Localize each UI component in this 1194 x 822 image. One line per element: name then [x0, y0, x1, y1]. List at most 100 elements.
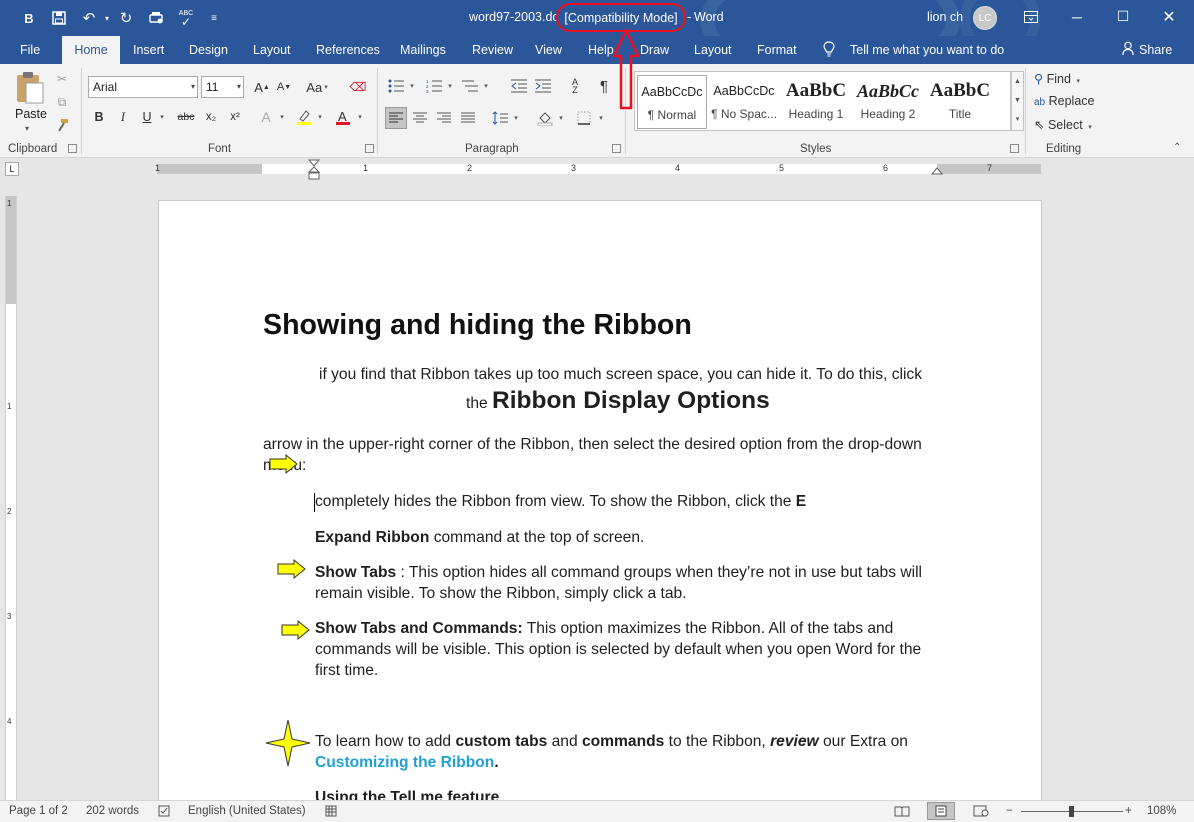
redo-icon[interactable]: ↻ — [115, 7, 137, 29]
grow-font-icon[interactable]: A ▲ — [252, 77, 272, 97]
zoom-out-button[interactable]: − — [1006, 805, 1013, 817]
align-left-icon[interactable] — [385, 107, 407, 129]
document-page[interactable]: Showing and hiding the Ribbon if you fin… — [158, 200, 1042, 802]
paragraph-2-line-1[interactable]: arrow in the upper-right corner of the R… — [263, 436, 922, 454]
macro-record-icon[interactable] — [325, 805, 337, 820]
print-layout-icon[interactable] — [927, 802, 955, 820]
paragraph-5-line-1[interactable]: Show Tabs : This option hides all comman… — [315, 564, 922, 582]
align-center-icon[interactable] — [410, 108, 430, 128]
tab-review[interactable]: Review — [472, 36, 513, 64]
tab-table-layout[interactable]: Layout — [694, 36, 732, 64]
chevron-down-icon[interactable]: ▾ — [506, 108, 526, 128]
paragraph-7-line-2[interactable]: Customizing the Ribbon. — [315, 754, 499, 772]
style-no-spacing[interactable]: AaBbCcDc ¶ No Spac... — [709, 75, 779, 129]
paste-dropdown-icon[interactable]: ▾ — [25, 124, 29, 133]
paragraph-6-line-1[interactable]: Show Tabs and Commands: This option maxi… — [315, 620, 893, 638]
bold-button[interactable]: B — [89, 107, 109, 127]
page-count[interactable]: Page 1 of 2 — [9, 805, 68, 817]
collapse-ribbon-icon[interactable]: ⌃ — [1173, 142, 1181, 153]
tab-references[interactable]: References — [316, 36, 380, 64]
tell-me-search[interactable]: Tell me what you want to do — [850, 43, 1004, 57]
minimize-icon[interactable]: ─ — [1054, 0, 1100, 33]
select-button[interactable]: ⇖ Select ▾ — [1034, 117, 1092, 137]
chevron-down-icon[interactable]: ▾ — [476, 76, 496, 96]
close-icon[interactable]: ✕ — [1146, 0, 1192, 33]
copy-icon[interactable]: ⧉ — [52, 92, 72, 112]
horizontal-ruler[interactable]: L 1 1 2 3 4 5 6 7 — [0, 158, 1194, 180]
chevron-down-icon[interactable]: ▾ — [310, 107, 330, 127]
paste-button[interactable]: Paste — [15, 107, 47, 121]
format-painter-icon[interactable] — [52, 115, 72, 135]
tab-draw[interactable]: Draw — [640, 36, 669, 64]
tab-view[interactable]: View — [535, 36, 562, 64]
chevron-down-icon[interactable]: ▾ — [191, 77, 195, 97]
strikethrough-button[interactable]: abc — [176, 107, 196, 127]
document-heading[interactable]: Showing and hiding the Ribbon — [263, 309, 692, 342]
customize-icon[interactable]: ≡ — [203, 7, 225, 29]
maximize-icon[interactable]: ☐ — [1100, 0, 1146, 33]
chevron-down-icon[interactable]: ▾ — [237, 77, 241, 97]
zoom-in-button[interactable]: + — [1125, 805, 1132, 817]
tab-format[interactable]: Format — [757, 36, 797, 64]
paragraph-5-line-2[interactable]: remain visible. To show the Ribbon, simp… — [315, 585, 687, 603]
style-title[interactable]: AaBbC Title — [925, 75, 995, 129]
tab-mailings[interactable]: Mailings — [400, 36, 446, 64]
save-icon[interactable] — [48, 7, 70, 29]
user-name[interactable]: lion ch — [927, 10, 963, 24]
paragraph-6-line-3[interactable]: first time. — [315, 662, 378, 680]
chevron-down-icon[interactable]: ▼ — [1012, 91, 1023, 110]
chevron-down-icon[interactable]: ▾ — [272, 107, 292, 127]
change-case-button[interactable]: Aa ▾ — [302, 77, 332, 97]
sort-icon[interactable]: AZ — [565, 76, 585, 96]
chevron-down-icon[interactable]: ▾ — [551, 108, 571, 128]
tab-file[interactable]: File — [20, 36, 40, 64]
web-layout-icon[interactable] — [973, 805, 989, 820]
ruler-track[interactable] — [157, 164, 1041, 174]
increase-indent-icon[interactable] — [533, 76, 553, 96]
justify-icon[interactable] — [458, 108, 478, 128]
chevron-down-icon[interactable]: ▾ — [350, 107, 370, 127]
tab-insert[interactable]: Insert — [133, 36, 164, 64]
paragraph-6-line-2[interactable]: commands will be visible. This option is… — [315, 641, 921, 659]
chevron-down-icon[interactable]: ▾ — [1076, 78, 1080, 85]
clipboard-launcher-icon[interactable] — [68, 144, 77, 153]
font-size-box[interactable]: 11 ▾ — [201, 76, 244, 98]
indent-markers-icon[interactable] — [307, 159, 321, 181]
chevron-down-icon[interactable]: ▾ — [591, 108, 611, 128]
cut-icon[interactable]: ✂ — [52, 69, 72, 89]
superscript-button[interactable]: x² — [225, 107, 245, 127]
zoom-level[interactable]: 108% — [1147, 805, 1176, 817]
align-right-icon[interactable] — [434, 108, 454, 128]
paragraph-launcher-icon[interactable] — [612, 144, 621, 153]
font-launcher-icon[interactable] — [365, 144, 374, 153]
paragraph-1-line-2[interactable]: the Ribbon Display Options — [466, 387, 770, 415]
tab-layout[interactable]: Layout — [253, 36, 291, 64]
clear-formatting-icon[interactable]: ⌫ — [348, 77, 368, 97]
replace-button[interactable]: ab Replace — [1034, 94, 1094, 114]
paste-icon[interactable] — [12, 70, 48, 106]
show-formatting-marks-icon[interactable]: ¶ — [594, 76, 614, 96]
right-indent-marker-icon[interactable] — [931, 165, 943, 175]
ribbon-display-options-icon[interactable] — [1008, 0, 1054, 33]
more-styles-icon[interactable]: ▾ — [1012, 110, 1023, 129]
chevron-down-icon[interactable]: ▾ — [1088, 124, 1092, 131]
style-normal[interactable]: AaBbCcDc ¶ Normal — [637, 75, 707, 129]
font-name-box[interactable]: Arial ▾ — [88, 76, 198, 98]
avatar[interactable]: LC — [973, 6, 997, 30]
decrease-indent-icon[interactable] — [509, 76, 529, 96]
italic-button[interactable]: I — [113, 107, 133, 127]
paragraph-1-line-1[interactable]: if you find that Ribbon takes up too muc… — [319, 366, 922, 384]
paragraph-7-line-1[interactable]: To learn how to add custom tabs and comm… — [315, 733, 908, 751]
paragraph-4[interactable]: Expand Ribbon command at the top of scre… — [315, 529, 644, 547]
find-button[interactable]: ⚲ Find ▾ — [1034, 71, 1080, 91]
chevron-down-icon[interactable]: ▾ — [402, 76, 422, 96]
tab-home[interactable]: Home — [62, 36, 120, 64]
chevron-up-icon[interactable]: ▲ — [1012, 72, 1023, 91]
style-heading-1[interactable]: AaBbC Heading 1 — [781, 75, 851, 129]
bold-icon[interactable]: B — [18, 7, 40, 29]
vertical-ruler[interactable]: 1 1 2 3 4 — [5, 196, 17, 802]
read-mode-icon[interactable] — [894, 805, 910, 820]
tab-design[interactable]: Design — [189, 36, 228, 64]
subscript-button[interactable]: x₂ — [201, 107, 221, 127]
shrink-font-icon[interactable]: A ▼ — [274, 77, 294, 97]
